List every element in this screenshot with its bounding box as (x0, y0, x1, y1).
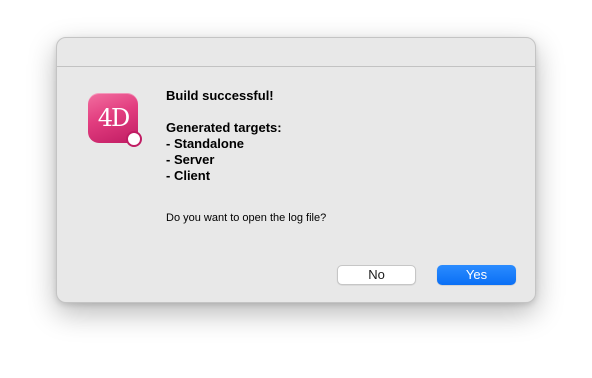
message-target-server: - Server (166, 152, 215, 167)
build-result-dialog: 4D Build successful! Generated targets: … (56, 37, 536, 303)
message-target-client: - Client (166, 168, 211, 183)
message-target-standalone: - Standalone (166, 136, 245, 151)
4d-app-icon: 4D (88, 93, 142, 147)
app-icon-glyph: 4D (97, 104, 131, 132)
message-spacer (166, 104, 506, 120)
app-icon-badge (126, 131, 142, 147)
message-targets-heading: Generated targets: (166, 120, 282, 135)
dialog-question: Do you want to open the log file? (166, 212, 327, 224)
no-button[interactable]: No (337, 265, 416, 285)
dialog-message: Build successful! Generated targets: - S… (166, 88, 506, 184)
dialog-titlebar[interactable] (57, 38, 535, 67)
message-title: Build successful! (166, 88, 274, 103)
yes-button[interactable]: Yes (437, 265, 516, 285)
